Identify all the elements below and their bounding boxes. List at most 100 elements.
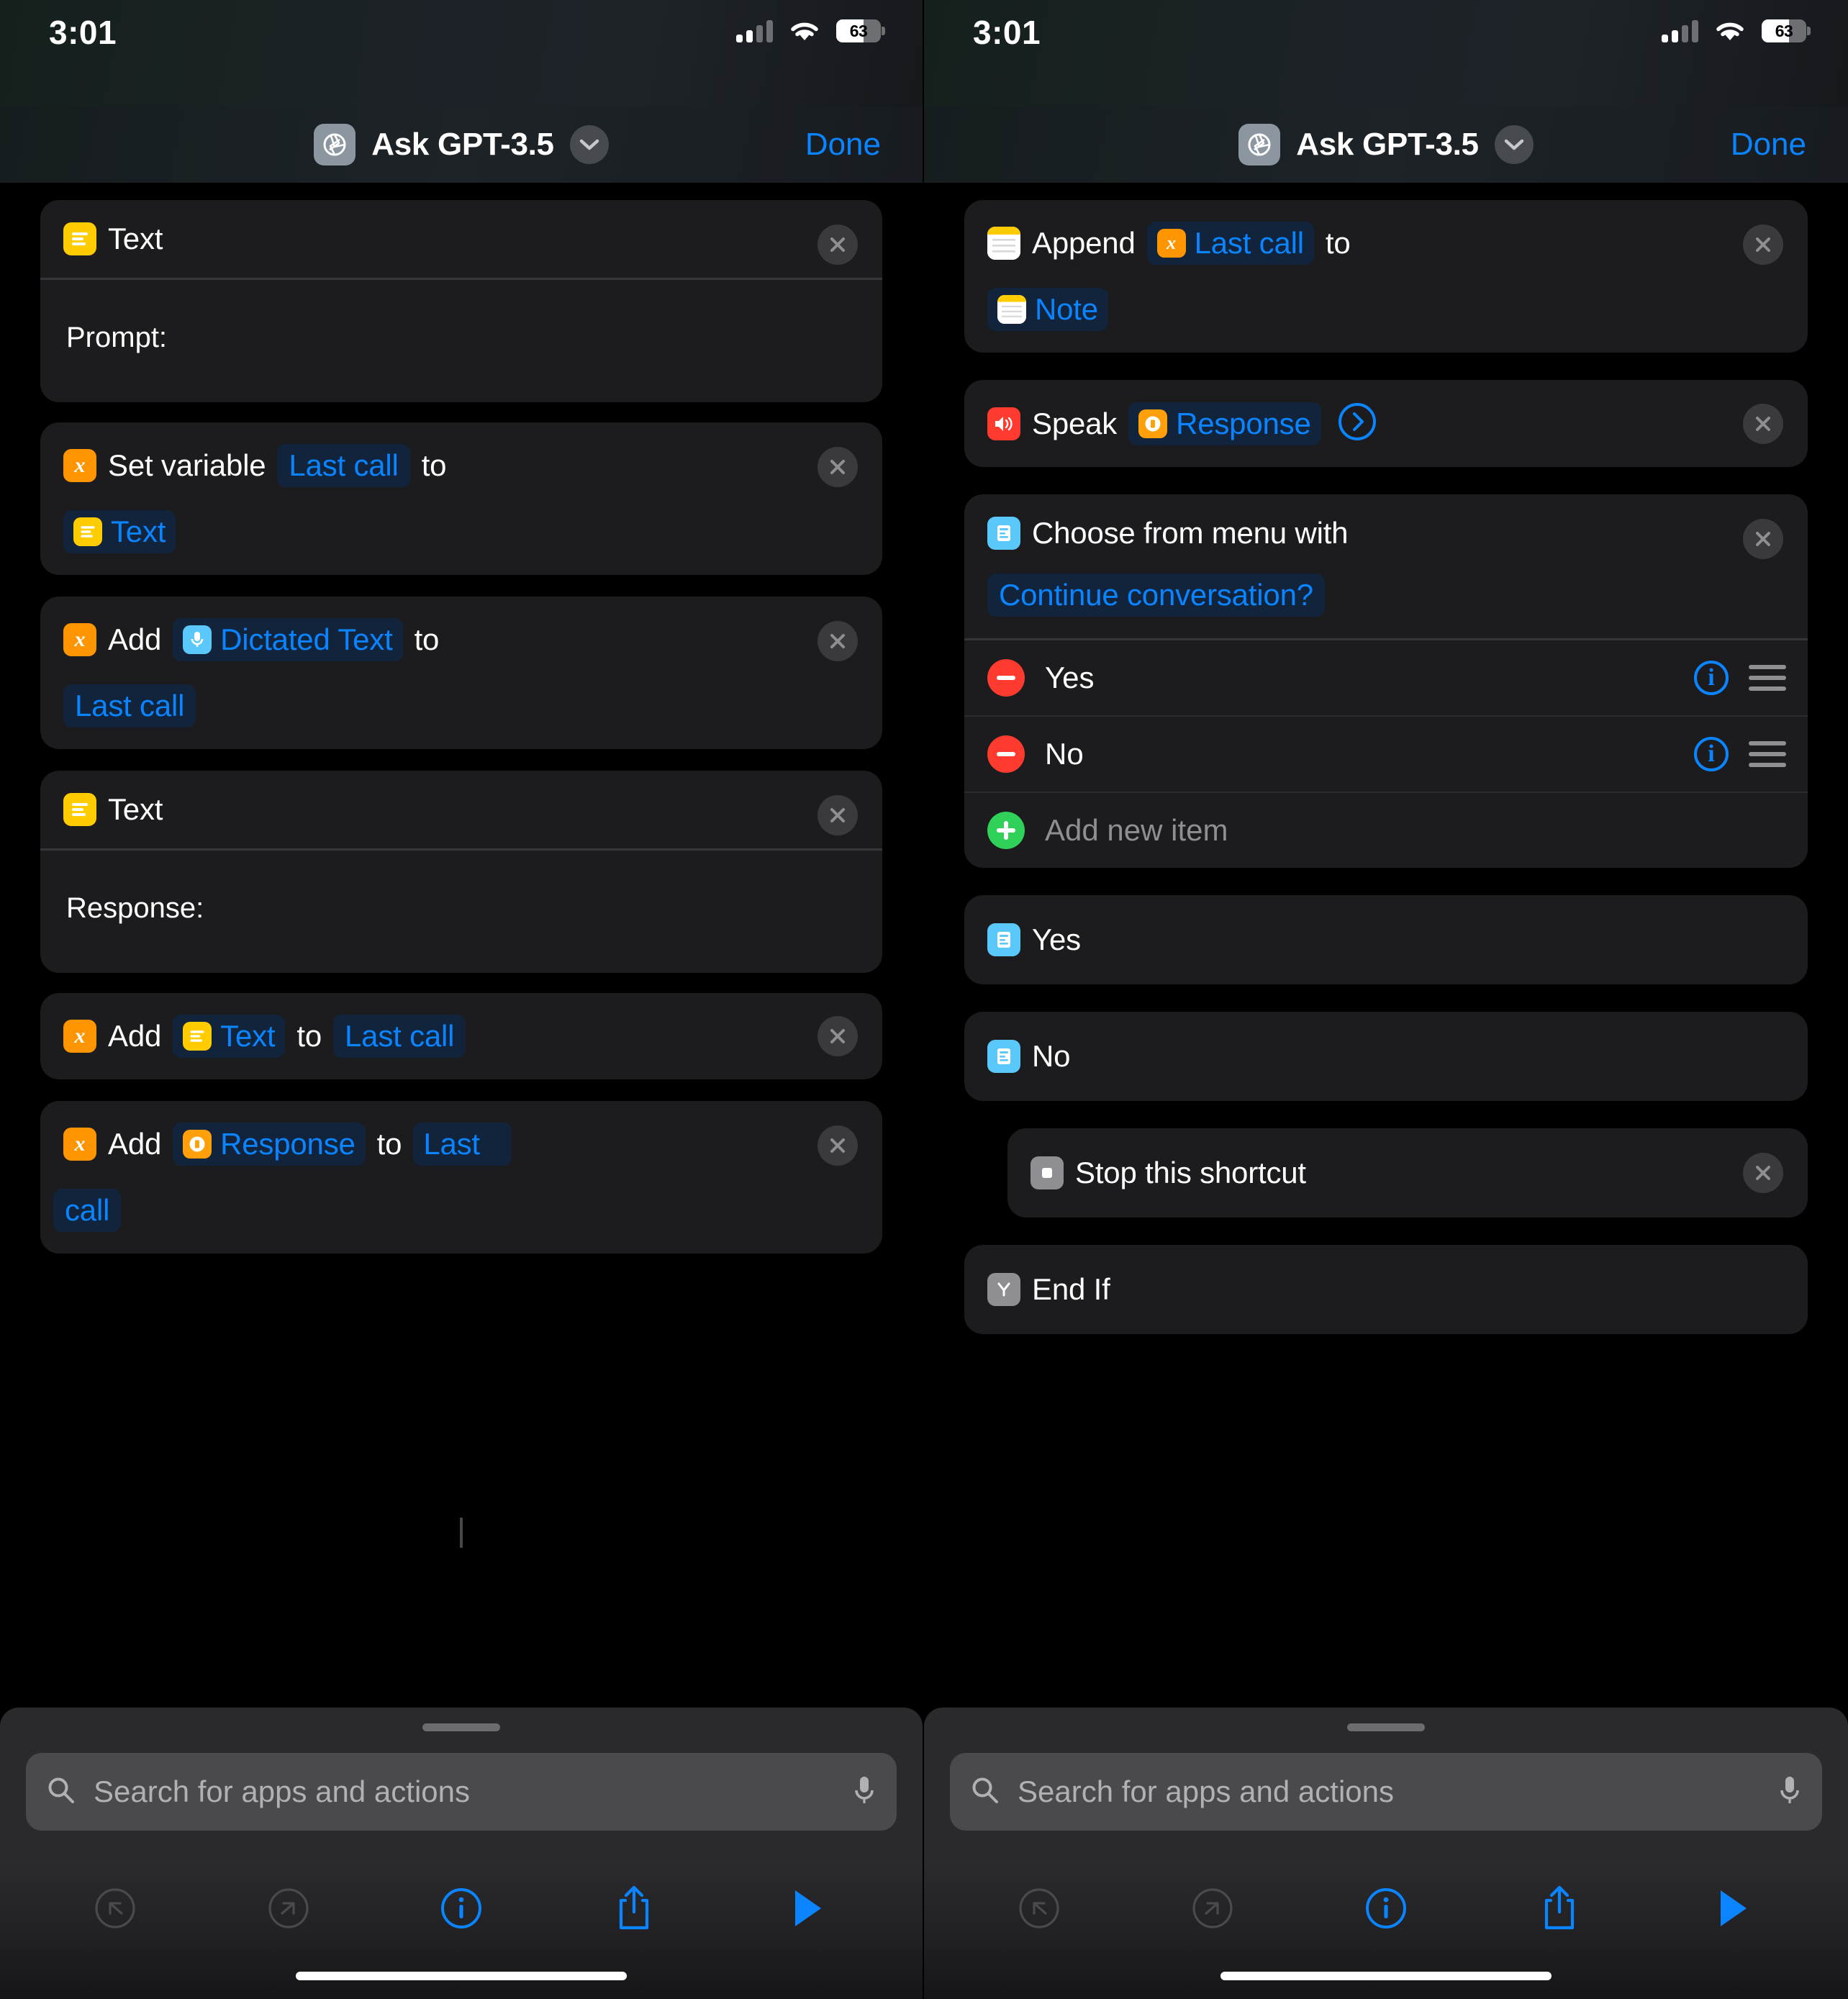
play-icon[interactable]: [1706, 1881, 1760, 1936]
target-pill[interactable]: Last call: [63, 684, 196, 727]
undo-icon[interactable]: [1012, 1881, 1066, 1936]
close-icon[interactable]: [817, 447, 858, 487]
card-content: No: [964, 1012, 1808, 1101]
info-circle-icon[interactable]: i: [1694, 661, 1729, 695]
redo-icon[interactable]: [261, 1881, 316, 1936]
plus-circle-icon[interactable]: [987, 812, 1025, 849]
action-card-menu-case-no[interactable]: No: [964, 1012, 1808, 1101]
done-button[interactable]: Done: [1731, 127, 1806, 163]
close-icon[interactable]: [1743, 1153, 1783, 1193]
battery-percent: 63: [1775, 21, 1793, 40]
pill-label: call: [65, 1193, 110, 1227]
shortcut-title-button[interactable]: Ask GPT-3.5: [314, 124, 609, 166]
share-icon[interactable]: [607, 1881, 661, 1936]
sheet-grabber[interactable]: [1347, 1723, 1425, 1731]
action-card-add-dictated-text[interactable]: x Add Dictated Text to Last call: [40, 597, 882, 749]
battery-icon: 63: [1762, 19, 1811, 42]
close-icon[interactable]: [1743, 519, 1783, 559]
source-pill[interactable]: Dictated Text: [173, 618, 403, 661]
action-card-append-note[interactable]: Append x Last call to Note: [964, 200, 1808, 353]
source-pill[interactable]: Text: [173, 1015, 286, 1058]
info-circle-icon[interactable]: [434, 1881, 489, 1936]
action-card-text-1[interactable]: Text Prompt:: [40, 200, 882, 402]
add-new-item-row[interactable]: Add new item: [964, 793, 1808, 868]
menu-item-row[interactable]: Yes i: [964, 640, 1808, 717]
card-content: Stop this shortcut: [1007, 1128, 1808, 1218]
action-card-stop-shortcut[interactable]: Stop this shortcut: [1007, 1128, 1808, 1218]
text-body-field[interactable]: Response:: [40, 851, 882, 973]
close-icon[interactable]: [817, 795, 858, 835]
connector-word: to: [1325, 226, 1351, 260]
search-icon: [46, 1775, 76, 1809]
share-icon[interactable]: [1532, 1881, 1587, 1936]
source-pill[interactable]: Response: [173, 1123, 366, 1166]
variable-icon: x: [1156, 229, 1186, 258]
shortcut-aperture-icon: [314, 124, 356, 166]
undo-icon[interactable]: [88, 1881, 142, 1936]
done-button[interactable]: Done: [805, 127, 881, 163]
action-card-set-variable[interactable]: x Set variable Last call to Text: [40, 422, 882, 575]
variable-icon: x: [63, 623, 96, 656]
menu-icon: [987, 517, 1020, 550]
action-label: Choose from menu with: [1032, 516, 1349, 550]
target-pill[interactable]: Note: [987, 288, 1108, 331]
action-label: Speak: [1032, 406, 1118, 440]
pill-label: Note: [1035, 292, 1098, 326]
drag-handle-icon[interactable]: [1749, 741, 1786, 767]
target-pill-line-2[interactable]: call: [53, 1189, 122, 1232]
info-circle-icon[interactable]: i: [1694, 737, 1729, 771]
value-pill[interactable]: Response: [1128, 402, 1321, 445]
card-content: Append x Last call to Note: [964, 200, 1808, 353]
action-card-choose-from-menu[interactable]: Choose from menu with Continue conversat…: [964, 494, 1808, 868]
menu-item-row[interactable]: No i: [964, 717, 1808, 793]
search-input[interactable]: Search for apps and actions: [26, 1753, 897, 1831]
pill-label: Response: [220, 1127, 355, 1161]
action-card-menu-case-yes[interactable]: Yes: [964, 895, 1808, 984]
search-input[interactable]: Search for apps and actions: [950, 1753, 1822, 1831]
card-content: x Set variable Last call to Text: [40, 422, 882, 575]
shortcut-title-button[interactable]: Ask GPT-3.5: [1238, 124, 1534, 166]
action-card-speak[interactable]: Speak Response: [964, 380, 1808, 467]
action-label: Append: [1032, 226, 1136, 260]
prompt-pill[interactable]: Continue conversation?: [987, 574, 1325, 617]
chevron-right-circle-icon[interactable]: [1337, 402, 1377, 445]
play-icon[interactable]: [780, 1881, 835, 1936]
redo-icon[interactable]: [1185, 1881, 1240, 1936]
info-circle-icon[interactable]: [1359, 1881, 1413, 1936]
variable-pill[interactable]: x Last call: [1146, 222, 1314, 265]
sheet-grabber[interactable]: [422, 1723, 500, 1731]
card-header: Text: [40, 771, 882, 848]
drag-handle-icon[interactable]: [1749, 665, 1786, 691]
end-if-icon: [987, 1273, 1020, 1306]
microphone-icon[interactable]: [852, 1774, 877, 1810]
value-pill[interactable]: Text: [63, 510, 176, 553]
menu-item-label: Yes: [1045, 661, 1095, 694]
close-icon[interactable]: [817, 1016, 858, 1056]
response-icon: [183, 1130, 212, 1159]
stop-icon: [1031, 1156, 1064, 1189]
variable-name-pill[interactable]: Last call: [277, 444, 410, 487]
connector-word: to: [296, 1019, 322, 1053]
text-body-field[interactable]: Prompt:: [40, 280, 882, 402]
action-card-end-if[interactable]: End If: [964, 1245, 1808, 1334]
close-icon[interactable]: [817, 1125, 858, 1166]
menu-item-label: No: [1045, 737, 1084, 771]
microphone-icon[interactable]: [1777, 1774, 1802, 1810]
target-pill-line-1[interactable]: Last: [413, 1123, 512, 1166]
close-icon[interactable]: [1743, 225, 1783, 265]
action-label: Add: [108, 1127, 162, 1161]
cellular-signal-icon: [1662, 19, 1698, 42]
action-card-add-response[interactable]: x Add Response to Last call: [40, 1101, 882, 1254]
card-content: Speak Response: [964, 380, 1808, 467]
close-icon[interactable]: [1743, 403, 1783, 444]
action-card-text-2[interactable]: Text Response:: [40, 771, 882, 973]
chevron-down-icon[interactable]: [1494, 125, 1534, 164]
right-screen: 3:01 63 Ask GPT-3.5 Done Append x Last c…: [924, 0, 1848, 1999]
action-card-add-text[interactable]: x Add Text to Last call: [40, 993, 882, 1079]
chevron-down-icon[interactable]: [569, 125, 609, 164]
close-icon[interactable]: [817, 621, 858, 661]
minus-circle-icon[interactable]: [987, 659, 1025, 697]
close-icon[interactable]: [817, 225, 858, 265]
minus-circle-icon[interactable]: [987, 735, 1025, 773]
target-pill[interactable]: Last call: [333, 1015, 466, 1058]
